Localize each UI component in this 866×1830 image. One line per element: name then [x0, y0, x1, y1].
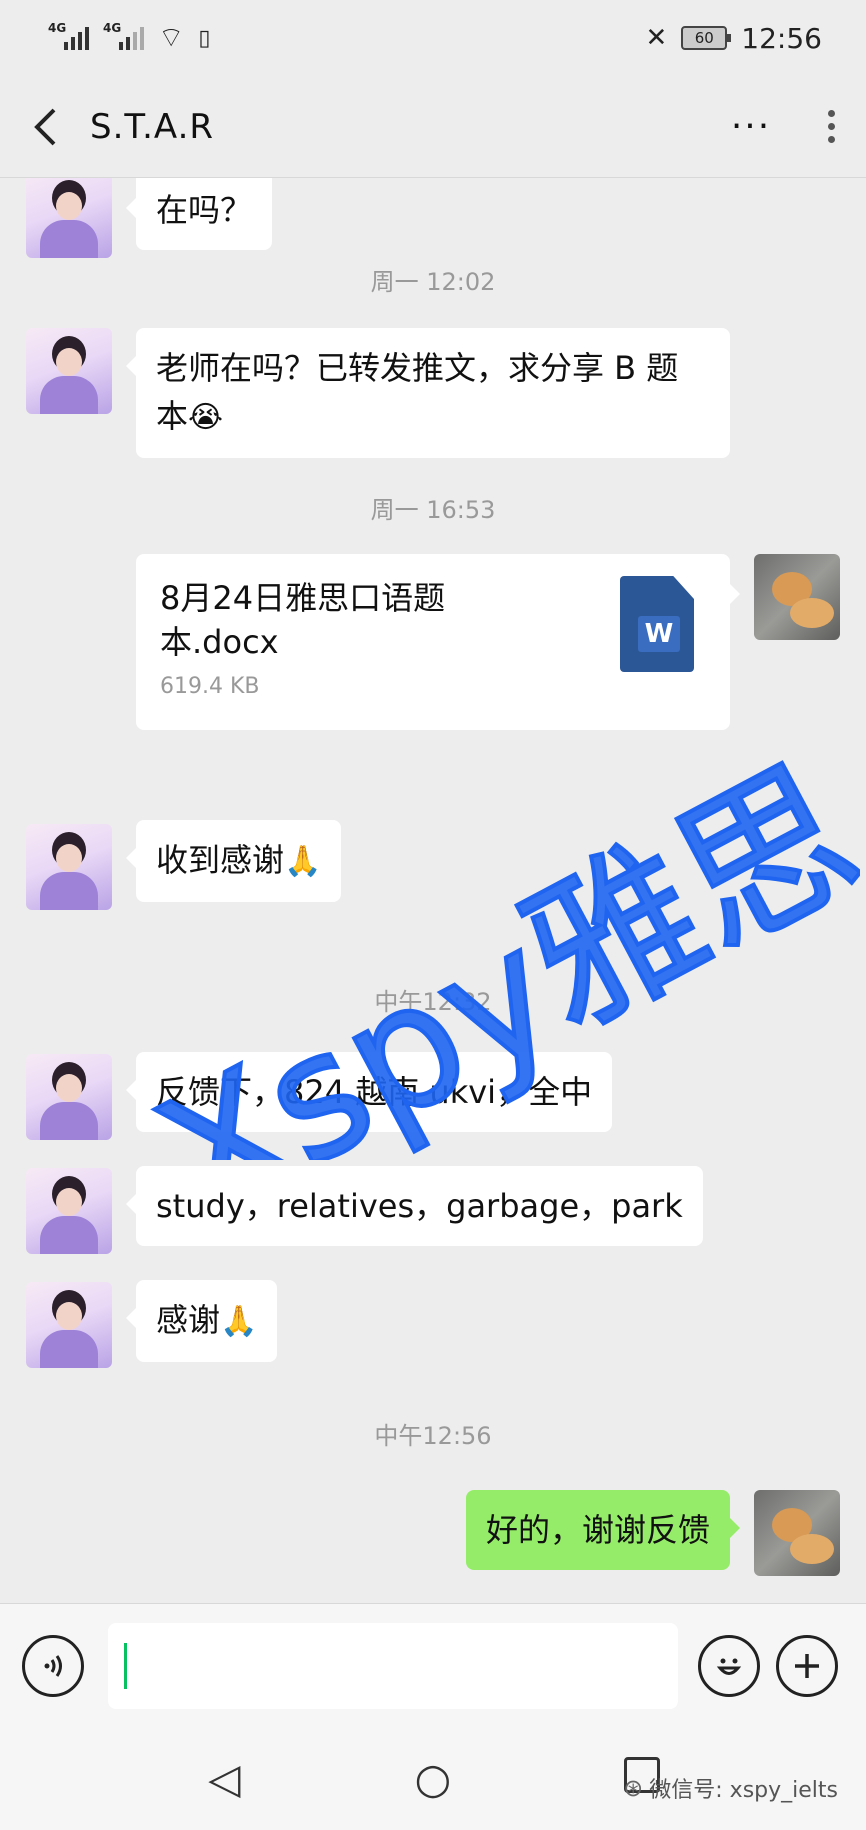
more-options-button[interactable]: ···: [706, 106, 796, 147]
chat-header: S.T.A.R ···: [0, 76, 866, 178]
status-right: ✕ 60 12:56: [646, 22, 823, 55]
message-text: 好的，谢谢反馈: [485, 1511, 710, 1549]
contact-avatar[interactable]: [26, 824, 112, 910]
my-avatar[interactable]: [754, 554, 840, 640]
back-arrow-icon: [34, 108, 56, 145]
file-card[interactable]: 8月24日雅思口语题本.docx 619.4 KB W: [136, 554, 740, 730]
more-functions-button[interactable]: [776, 1634, 838, 1697]
status-left: 4G 4G ⌔ ▯: [48, 21, 210, 56]
message-text: 收到感谢: [156, 841, 285, 879]
timestamp: 中午12:56: [374, 1422, 492, 1450]
my-avatar[interactable]: [754, 1490, 840, 1576]
brand-text: 微信号: xspy_ielts: [649, 1778, 838, 1803]
message-bubble[interactable]: 感谢🙏: [125, 1280, 278, 1362]
plus-icon: [795, 1653, 819, 1678]
file-size: 619.4 KB: [160, 674, 260, 699]
message-text: study，relatives，garbage，park: [156, 1187, 683, 1225]
sim-icon: ▯: [198, 25, 211, 51]
contact-avatar[interactable]: [26, 178, 112, 258]
timestamp: 周一 12:02: [370, 268, 496, 296]
praying-hands-icon: 🙏: [284, 844, 322, 879]
message-text: 感谢: [156, 1301, 221, 1339]
file-name: 8月24日雅思口语题本.docx: [160, 579, 446, 661]
message-text: 老师在吗？已转发推文，求分享 B 题本: [156, 349, 679, 435]
wechat-icon: ⊛: [623, 1774, 644, 1802]
emoji-icon: [716, 1658, 742, 1675]
voice-icon: [44, 1654, 62, 1677]
contact-avatar[interactable]: [26, 1054, 112, 1140]
crying-emoji-icon: 😭: [188, 400, 224, 435]
voice-input-button[interactable]: [22, 1634, 84, 1697]
message-text: 反馈下，824 越南 ukvi，全中: [156, 1073, 593, 1111]
battery-icon: 60: [681, 26, 732, 50]
text-cursor: [124, 1642, 127, 1689]
message-bubble[interactable]: 反馈下，824 越南 ukvi，全中: [125, 1052, 613, 1132]
nav-home-button[interactable]: ○: [393, 1754, 473, 1803]
message-bubble[interactable]: 收到感谢🙏: [125, 820, 342, 902]
contact-avatar[interactable]: [26, 1282, 112, 1368]
word-document-icon: W: [620, 576, 694, 672]
message-bubble[interactable]: 好的，谢谢反馈: [465, 1490, 741, 1570]
timestamp: 中午12:32: [374, 988, 492, 1016]
status-bar: 4G 4G ⌔ ▯ ✕ 60 12:56: [0, 0, 866, 76]
input-bar: [0, 1603, 866, 1727]
message-bubble[interactable]: study，relatives，garbage，park: [126, 1166, 703, 1246]
nav-back-button[interactable]: ◁: [184, 1754, 264, 1803]
back-button[interactable]: [0, 76, 90, 177]
timestamp: 周一 16:53: [370, 496, 496, 524]
contact-avatar[interactable]: [26, 328, 112, 414]
emoji-button[interactable]: [698, 1634, 760, 1697]
wifi-icon: ⌔: [158, 20, 185, 54]
menu-button[interactable]: [796, 110, 866, 143]
message-bubble[interactable]: 在吗？: [125, 178, 273, 250]
brand-watermark: ⊛ 微信号: xspy_ielts: [623, 1772, 838, 1804]
praying-hands-icon: 🙏: [220, 1304, 258, 1339]
triangle-back-icon: ◁: [208, 1754, 241, 1803]
vertical-dots-icon: [827, 110, 835, 117]
chat-area[interactable]: 在吗？ 周一 12:02 老师在吗？已转发推文，求分享 B 题本😭 周一 16:…: [0, 178, 866, 1603]
mute-icon: ✕: [645, 23, 668, 53]
chat-title: S.T.A.R: [90, 106, 215, 147]
network-type-label-2: 4G: [103, 20, 122, 35]
message-bubble[interactable]: 老师在吗？已转发推文，求分享 B 题本😭: [126, 328, 730, 458]
battery-level: 60: [694, 29, 714, 47]
ellipsis-icon: ···: [730, 106, 772, 147]
circle-home-icon: ○: [414, 1754, 452, 1803]
signal-strength-icon-2: 4G: [103, 21, 144, 50]
signal-strength-icon: 4G: [48, 21, 89, 50]
clock-time: 12:56: [741, 21, 822, 55]
message-input[interactable]: [108, 1622, 678, 1709]
network-type-label: 4G: [48, 20, 67, 35]
word-icon-label: W: [638, 616, 680, 652]
contact-avatar[interactable]: [26, 1168, 112, 1254]
message-text: 在吗？: [156, 191, 253, 229]
